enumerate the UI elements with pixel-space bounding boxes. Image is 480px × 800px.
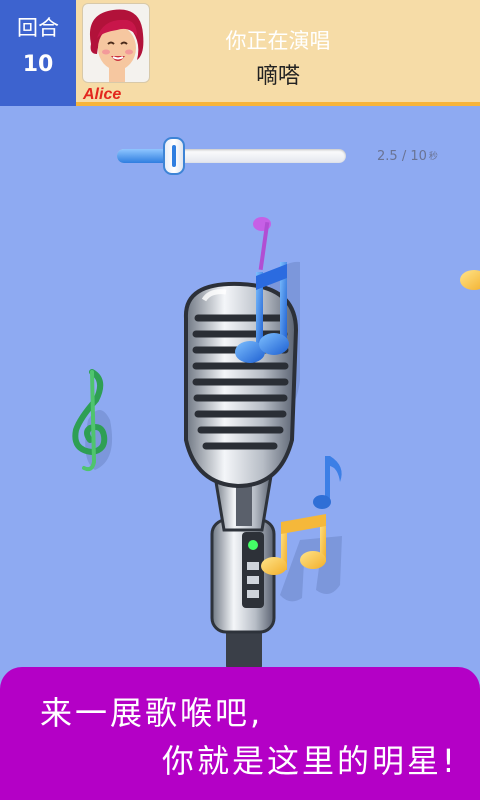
now-singing-label: 你正在演唱	[225, 29, 331, 53]
music-note-icon	[253, 217, 271, 271]
music-note-icon	[313, 456, 342, 509]
timer: 2.5 / 10 秒	[377, 149, 438, 164]
round-number: 10	[22, 52, 54, 77]
timer-total: 10	[410, 149, 427, 164]
music-note-icon	[460, 270, 480, 290]
round-counter: 回合 10	[0, 0, 76, 106]
stage	[72, 217, 480, 670]
timer-unit: 秒	[428, 152, 438, 162]
header: 回合 10 Alice 你正在演唱 嘀嗒	[0, 0, 480, 106]
promo-banner: 来一展歌喉吧, 你就是这里的明星!	[0, 667, 480, 800]
timer-elapsed: 2.5	[377, 149, 398, 164]
song-title: 嘀嗒	[255, 64, 300, 89]
progress-slider[interactable]	[117, 137, 346, 175]
banner-line-2: 你就是这里的明星!	[162, 742, 458, 780]
progress-thumb[interactable]	[163, 137, 186, 175]
banner-line-1: 来一展歌喉吧,	[40, 694, 264, 732]
round-label: 回合	[17, 16, 59, 40]
